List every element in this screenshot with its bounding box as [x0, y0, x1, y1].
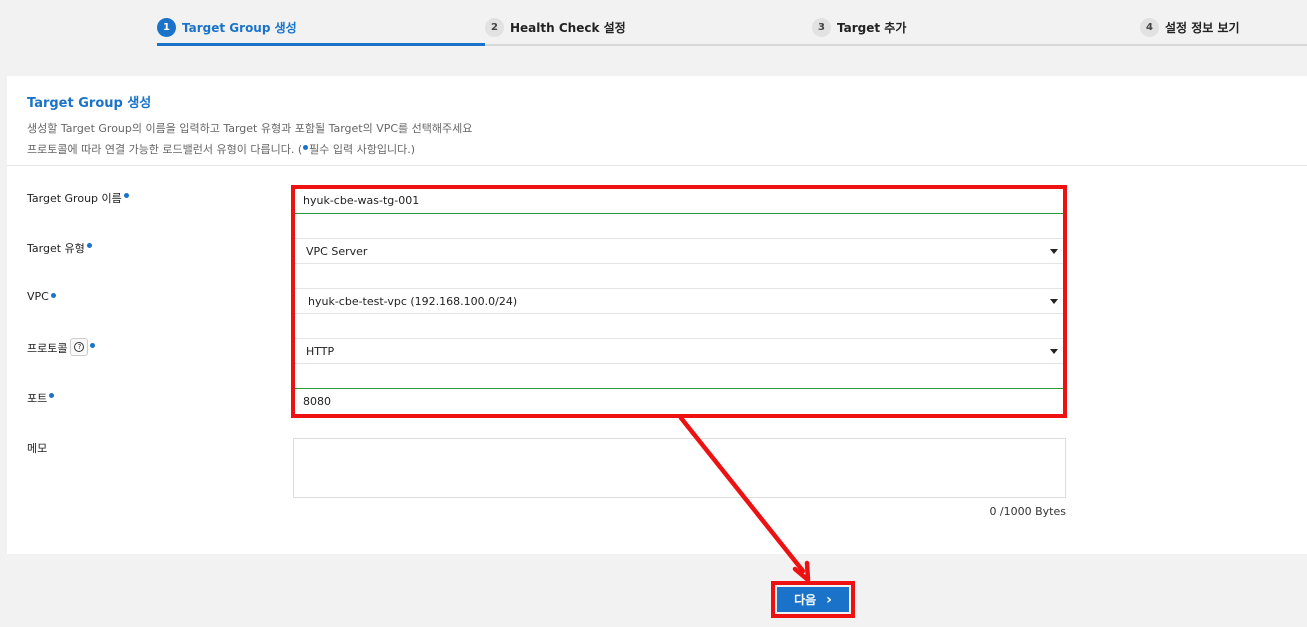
step-label: Target 추가 [837, 20, 907, 35]
chevron-right-icon: › [826, 591, 832, 608]
active-step-indicator [157, 43, 485, 46]
caret-down-icon [1050, 249, 1058, 254]
help-icon[interactable]: ? [70, 338, 89, 356]
step-add-target[interactable]: 3 Target 추가 [812, 16, 906, 38]
description-line-1: 생성할 Target Group의 이름을 입력하고 Target 유형과 포함… [27, 122, 473, 135]
step-health-check[interactable]: 2 Health Check 설정 [485, 16, 626, 38]
step-label: 설정 정보 보기 [1165, 20, 1240, 35]
target-group-name-input[interactable]: hyuk-cbe-was-tg-001 [293, 188, 1065, 214]
required-dot-icon [50, 293, 56, 298]
target-type-select[interactable]: VPC Server [293, 238, 1065, 264]
step-review[interactable]: 4 설정 정보 보기 [1140, 16, 1240, 38]
port-label: 포트 [27, 390, 55, 406]
memo-textarea[interactable] [293, 438, 1066, 498]
required-dot-icon [303, 145, 309, 150]
next-button-highlight: 다음 › [771, 581, 855, 618]
required-dot-icon [86, 243, 92, 248]
memo-label: 메모 [27, 442, 48, 455]
panel-title: Target Group 생성 [27, 96, 152, 111]
panel-header: Target Group 생성 생성할 Target Group의 이름을 입력… [7, 76, 1307, 166]
vpc-select[interactable]: hyuk-cbe-test-vpc (192.168.100.0/24) [293, 288, 1065, 314]
step-number: 2 [485, 17, 504, 37]
step-label: Target Group 생성 [182, 20, 297, 35]
next-button[interactable]: 다음 › [777, 587, 849, 612]
byte-counter: 0 /1000 Bytes [989, 505, 1066, 518]
caret-down-icon [1050, 299, 1058, 304]
type-label: Target 유형 [27, 240, 92, 256]
stepper: 1 Target Group 생성 2 Health Check 설정 3 Ta… [157, 0, 1307, 46]
form-panel: Target Group 생성 생성할 Target Group의 이름을 입력… [7, 76, 1307, 554]
required-dot-icon [123, 193, 129, 198]
description-line-2: 프로토콜에 따라 연결 가능한 로드밸런서 유형이 다릅니다. (필수 입력 사… [27, 143, 416, 156]
protocol-select[interactable]: HTTP [293, 338, 1065, 364]
required-dot-icon [90, 343, 96, 348]
step-number: 1 [157, 17, 176, 37]
panel-description: 생성할 Target Group의 이름을 입력하고 Target 유형과 포함… [27, 118, 1307, 160]
step-number: 4 [1140, 17, 1159, 37]
step-target-group[interactable]: 1 Target Group 생성 [157, 16, 297, 38]
port-input[interactable]: 8080 [293, 388, 1065, 414]
step-label: Health Check 설정 [510, 20, 626, 35]
caret-down-icon [1050, 349, 1058, 354]
arrow-head [792, 560, 811, 583]
protocol-label: 프로토콜 ? [27, 338, 96, 356]
step-number: 3 [812, 17, 831, 37]
vpc-label: VPC [27, 290, 56, 303]
required-dot-icon [49, 393, 55, 398]
name-label: Target Group 이름 [27, 190, 129, 206]
